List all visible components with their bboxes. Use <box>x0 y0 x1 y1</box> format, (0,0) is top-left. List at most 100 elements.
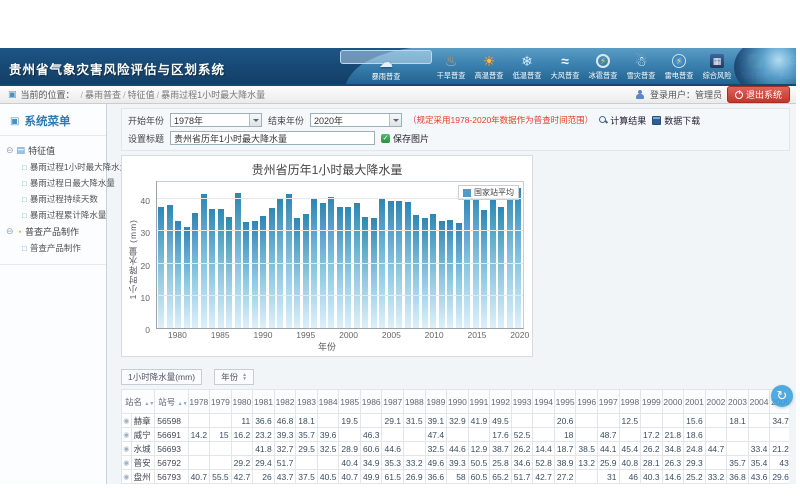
logout-button[interactable]: 退出系统 <box>727 86 790 103</box>
column-header-year-1979[interactable]: 1979 <box>210 390 232 414</box>
column-header-year-1982[interactable]: 1982 <box>274 390 296 414</box>
value-cell <box>576 470 598 484</box>
toolbar-item-暴雨普查[interactable]: ☁暴雨普查 <box>340 50 432 64</box>
toolbar-item-低温普查[interactable]: ❄低温普查 <box>508 50 546 82</box>
breadcrumb-item[interactable]: 暴雨过程1小时最大降水量 <box>161 90 265 100</box>
data-download-button[interactable]: 数据下载 <box>652 114 700 127</box>
column-header-year-1991[interactable]: 1991 <box>468 390 490 414</box>
column-header-year-1984[interactable]: 1984 <box>317 390 339 414</box>
sidebar-item-普查产品制作[interactable]: □普查产品制作 <box>6 240 104 256</box>
chart-title-input[interactable] <box>170 131 375 145</box>
toolbar-item-高温普查[interactable]: ☀高温普查 <box>470 50 508 82</box>
application-window: 贵州省气象灾害风险评估与区划系统 ☁暴雨普查♨干旱普查☀高温普查❄低温普查≈大风… <box>0 48 796 486</box>
station-id-cell: 56598 <box>155 414 188 428</box>
column-header-year-1986[interactable]: 1986 <box>360 390 382 414</box>
row-select-radio[interactable]: ◉ <box>122 484 132 485</box>
column-header-year-1997[interactable]: 1997 <box>597 390 619 414</box>
chevron-down-icon[interactable] <box>249 114 261 126</box>
year-sort-button[interactable]: 年份 ▲▼ <box>214 369 254 385</box>
table-row: ◉普安5679229.229.451.740.434.935.333.249.6… <box>122 456 790 470</box>
end-year-select[interactable]: 2020年 <box>310 113 402 127</box>
row-select-radio[interactable]: ◉ <box>122 456 132 470</box>
column-header-year-1988[interactable]: 1988 <box>404 390 426 414</box>
value-cell <box>533 428 555 442</box>
bar-1994 <box>294 218 300 328</box>
column-header-year-1992[interactable]: 1992 <box>490 390 512 414</box>
column-header-year-1981[interactable]: 1981 <box>253 390 275 414</box>
value-cell: 12.9 <box>468 442 490 456</box>
column-header-year-1983[interactable]: 1983 <box>296 390 318 414</box>
bar-2004 <box>379 199 385 328</box>
column-header-year-1993[interactable]: 1993 <box>511 390 533 414</box>
value-cell: 25.1 <box>490 484 512 485</box>
toolbar-item-干旱普查[interactable]: ♨干旱普查 <box>432 50 470 82</box>
breadcrumb-item[interactable]: 暴雨普查 <box>85 90 121 100</box>
column-header-year-2003[interactable]: 2003 <box>727 390 749 414</box>
column-header-year-1985[interactable]: 1985 <box>339 390 361 414</box>
refresh-float-button[interactable]: ↻ <box>771 385 793 407</box>
value-cell: 40.5 <box>317 470 339 484</box>
column-header-year-1980[interactable]: 1980 <box>231 390 253 414</box>
toolbar-item-雪灾普查[interactable]: ☃雪灾普查 <box>622 50 660 82</box>
hail-icon: ⚡ <box>596 52 610 70</box>
value-cell: 31.8 <box>425 484 447 485</box>
value-cell <box>705 414 727 428</box>
value-cell: 41.8 <box>253 442 275 456</box>
sidebar-item-暴雨过程累计降水量[interactable]: □暴雨过程累计降水量 <box>6 207 104 223</box>
bar-1979 <box>167 205 173 328</box>
column-header-year-2000[interactable]: 2000 <box>662 390 684 414</box>
column-header-station-name[interactable]: 站名 ▲▼ <box>122 390 155 414</box>
column-header-year-1990[interactable]: 1990 <box>447 390 469 414</box>
sidebar-item-暴雨过程日最大降水量[interactable]: □暴雨过程日最大降水量 <box>6 175 104 191</box>
sidebar-group-普查产品制作[interactable]: ⊖◔普查产品制作 <box>6 223 104 240</box>
column-header-year-1998[interactable]: 1998 <box>619 390 641 414</box>
sidebar-item-暴雨过程1小时最大降水量[interactable]: □暴雨过程1小时最大降水量 <box>6 159 104 175</box>
column-header-year-1999[interactable]: 1999 <box>641 390 663 414</box>
calc-result-button[interactable]: 计算结果 <box>599 114 646 127</box>
value-cell: 33.2 <box>404 456 426 470</box>
bar-1991 <box>269 208 275 328</box>
station-id-cell: 56693 <box>155 442 188 456</box>
column-header-year-1994[interactable]: 1994 <box>533 390 555 414</box>
x-tick-label: 1995 <box>296 330 315 340</box>
chevron-down-icon[interactable] <box>389 114 401 126</box>
toolbar-item-大风普查[interactable]: ≈大风普查 <box>546 50 584 82</box>
sidebar-group-label: 普查产品制作 <box>25 225 79 238</box>
column-header-year-1996[interactable]: 1996 <box>576 390 598 414</box>
data-table-container: 站名 ▲▼站号 ▲▼197819791980198119821983198419… <box>121 389 789 484</box>
bar-2006 <box>396 201 402 328</box>
column-header-year-1995[interactable]: 1995 <box>554 390 576 414</box>
value-cell: 58 <box>447 470 469 484</box>
column-header-year-2002[interactable]: 2002 <box>705 390 727 414</box>
row-select-radio[interactable]: ◉ <box>122 414 132 428</box>
plot-wrap: 1小时降水量 (mm) 010203040 国家站平均 <box>126 181 528 329</box>
sidebar-group-特征值[interactable]: ⊖▤特征值 <box>6 142 104 159</box>
value-cell: 29.3 <box>533 484 555 485</box>
breadcrumb-item[interactable]: 特征值 <box>128 90 155 100</box>
column-header-year-1987[interactable]: 1987 <box>382 390 404 414</box>
toolbar-item-冰雹普查[interactable]: ⚡冰雹普查 <box>584 50 622 82</box>
row-select-radio[interactable]: ◉ <box>122 470 132 484</box>
column-header-year-1989[interactable]: 1989 <box>425 390 447 414</box>
value-cell <box>748 414 770 428</box>
value-cell: 40.7 <box>188 470 210 484</box>
range-note: （规定采用1978-2020年数据作为普查时间范围） <box>408 114 593 126</box>
row-select-radio[interactable]: ◉ <box>122 428 132 442</box>
column-header-year-1978[interactable]: 1978 <box>188 390 210 414</box>
value-cell: 51.3 <box>210 484 232 485</box>
row-select-radio[interactable]: ◉ <box>122 442 132 456</box>
column-header-year-2001[interactable]: 2001 <box>684 390 706 414</box>
sidebar-item-暴雨过程持续天数[interactable]: □暴雨过程持续天数 <box>6 191 104 207</box>
column-header-station-id[interactable]: 站号 ▲▼ <box>155 390 188 414</box>
expander-icon[interactable]: ⊖ <box>6 145 14 156</box>
start-year-select[interactable]: 1978年 <box>170 113 262 127</box>
page: 贵州省气象灾害风险评估与区划系统 ☁暴雨普查♨干旱普查☀高温普查❄低温普查≈大风… <box>0 0 800 500</box>
expander-icon[interactable]: ⊖ <box>6 226 14 237</box>
toolbar-item-综合风险[interactable]: ▦综合风险 <box>698 50 736 82</box>
page-icon: □ <box>22 163 27 172</box>
toolbar-item-雷电普查[interactable]: ⚡雷电普查 <box>660 50 698 82</box>
value-filter-button[interactable]: 1小时降水量(mm) <box>121 369 202 385</box>
column-header-year-2004[interactable]: 2004 <box>748 390 770 414</box>
save-image-button[interactable]: ✓ 保存图片 <box>381 132 429 145</box>
bar-2018 <box>498 207 504 328</box>
